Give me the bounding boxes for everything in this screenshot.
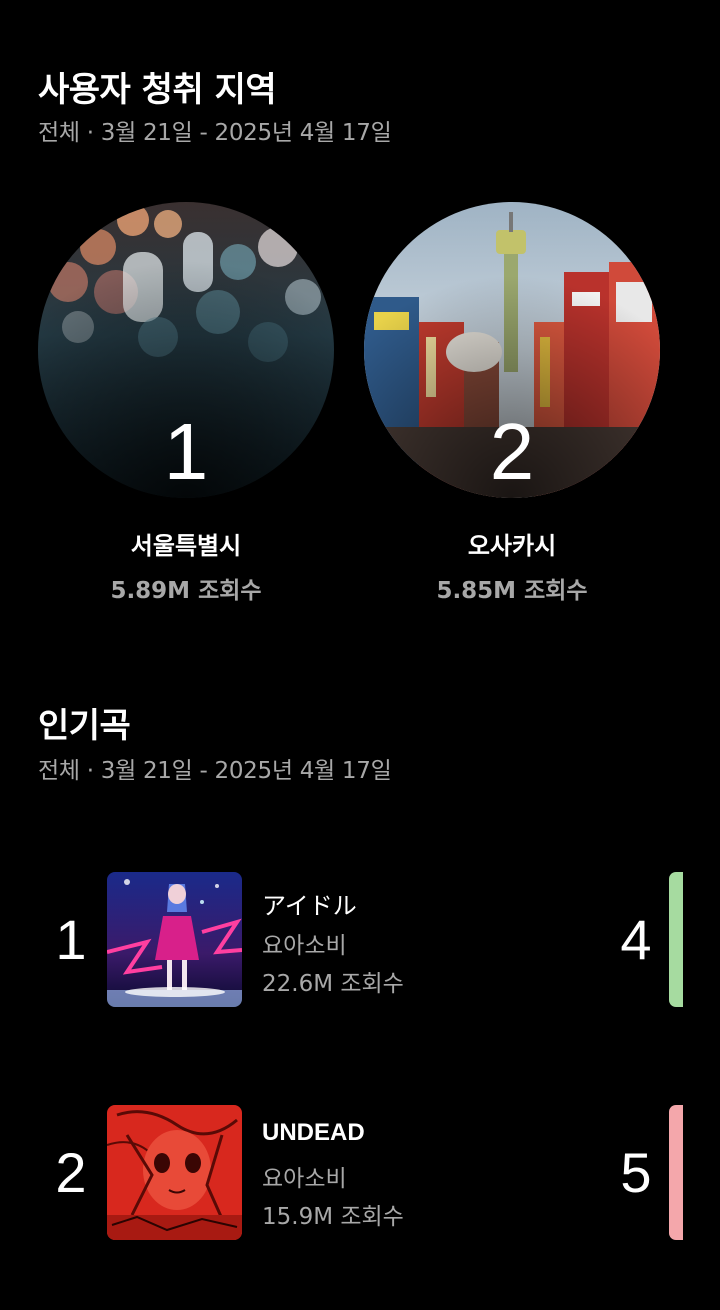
top-songs-date-range: 전체 · 3월 21일 - 2025년 4월 17일 xyxy=(38,758,392,784)
song-title: アイドル xyxy=(262,892,357,920)
region-rank-1: 1 xyxy=(163,407,209,496)
song-title: UNDEAD xyxy=(262,1119,365,1146)
song-rank-next-column: 5 xyxy=(620,1141,652,1204)
region-section-title: 사용자 청취 지역 xyxy=(38,70,277,110)
song-row-undead[interactable]: 2 UNDEAD 요아소비 15.9M 조회수 5 xyxy=(0,1105,720,1241)
region-card-osaka[interactable]: 2 오사카시 5.85M 조회수 xyxy=(364,202,660,622)
song-rank: 2 xyxy=(55,1141,87,1204)
next-song-thumbnail-peek[interactable] xyxy=(669,872,683,1007)
region-views-osaka: 5.85M 조회수 xyxy=(436,578,588,604)
song-thumbnail-idol[interactable] xyxy=(107,872,242,1007)
song-rank-next-column: 4 xyxy=(620,908,652,971)
region-name-osaka: 오사카시 xyxy=(467,532,557,560)
song-artist: 요아소비 xyxy=(262,933,347,959)
song-thumbnail-undead[interactable] xyxy=(107,1105,242,1240)
region-date-range: 전체 · 3월 21일 - 2025년 4월 17일 xyxy=(38,120,392,146)
region-name-seoul: 서울특별시 xyxy=(130,532,242,560)
song-rank: 1 xyxy=(55,908,87,971)
song-views: 15.9M 조회수 xyxy=(262,1204,404,1230)
next-song-thumbnail-peek[interactable] xyxy=(669,1105,683,1240)
region-views-seoul: 5.89M 조회수 xyxy=(110,578,262,604)
region-rank-2: 2 xyxy=(489,407,535,496)
top-songs-title: 인기곡 xyxy=(38,706,131,746)
song-views: 22.6M 조회수 xyxy=(262,971,404,997)
region-card-seoul[interactable]: 1 서울특별시 5.89M 조회수 xyxy=(38,202,334,622)
song-artist: 요아소비 xyxy=(262,1166,347,1192)
song-row-idol[interactable]: 1 アイドル 요아소비 22.6M 조회수 4 xyxy=(0,872,720,1008)
